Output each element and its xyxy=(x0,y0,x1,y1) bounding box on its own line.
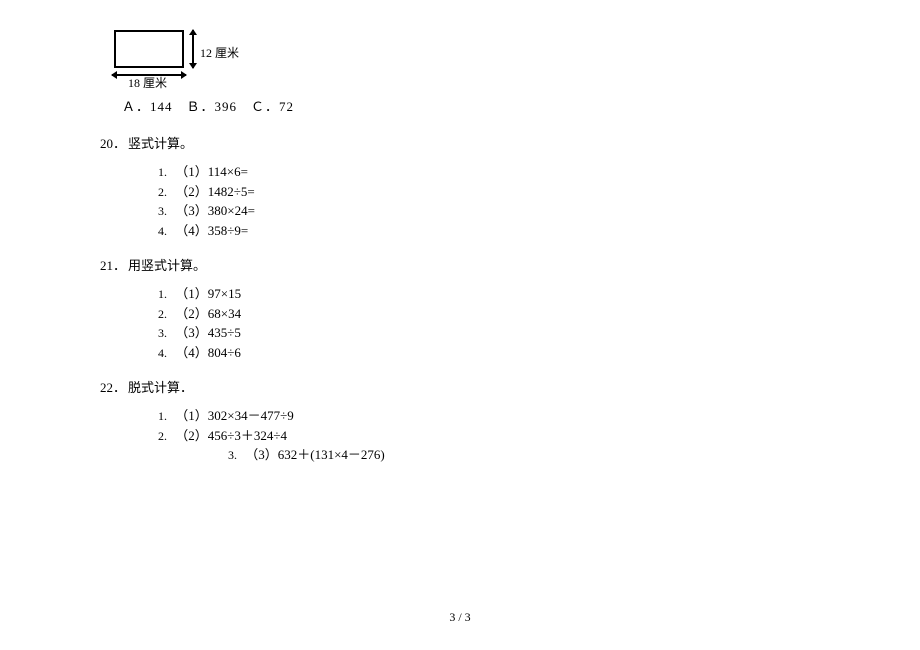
vertical-dimension-arrow xyxy=(188,30,198,68)
horizontal-dimension-label: 18 厘米 xyxy=(128,74,167,91)
list-item: 3. （3）435÷5 xyxy=(158,323,820,343)
list-item: 2. （2）456÷3＋324÷4 xyxy=(158,426,820,446)
question-number: 21． xyxy=(100,255,128,274)
page-number-footer: 3 / 3 xyxy=(0,610,920,625)
question-21: 21．用竖式计算。 1. （1）97×15 2. （2）68×34 3. （3）… xyxy=(100,255,820,362)
question-number: 22． xyxy=(100,377,128,396)
list-item: 3. （3）380×24= xyxy=(158,201,820,221)
question-title: 竖式计算。 xyxy=(128,136,193,151)
list-item: 2. （2）1482÷5= xyxy=(158,182,820,202)
question-22: 22．脱式计算． 1. （1）302×34－477÷9 2. （2）456÷3＋… xyxy=(100,377,820,465)
list-item: 4. （4）358÷9= xyxy=(158,221,820,241)
list-item: 3. （3）632＋(131×4－276) xyxy=(228,445,820,465)
list-item: 4. （4）804÷6 xyxy=(158,343,820,363)
vertical-dimension-label: 12 厘米 xyxy=(200,44,239,61)
question-20: 20．竖式计算。 1. （1）114×6= 2. （2）1482÷5= 3. （… xyxy=(100,133,820,240)
list-item: 1. （1）97×15 xyxy=(158,284,820,304)
list-item: 1. （1）302×34－477÷9 xyxy=(158,406,820,426)
question-title: 脱式计算． xyxy=(128,380,193,395)
list-item: 2. （2）68×34 xyxy=(158,304,820,324)
list-item: 1. （1）114×6= xyxy=(158,162,820,182)
question-number: 20． xyxy=(100,133,128,152)
rectangle-shape xyxy=(114,30,184,68)
answer-options: Ａ．144 Ｂ．396 Ｃ．72 xyxy=(122,96,820,115)
question-title: 用竖式计算。 xyxy=(128,258,206,273)
rectangle-diagram: 12 厘米 18 厘米 xyxy=(108,30,288,90)
